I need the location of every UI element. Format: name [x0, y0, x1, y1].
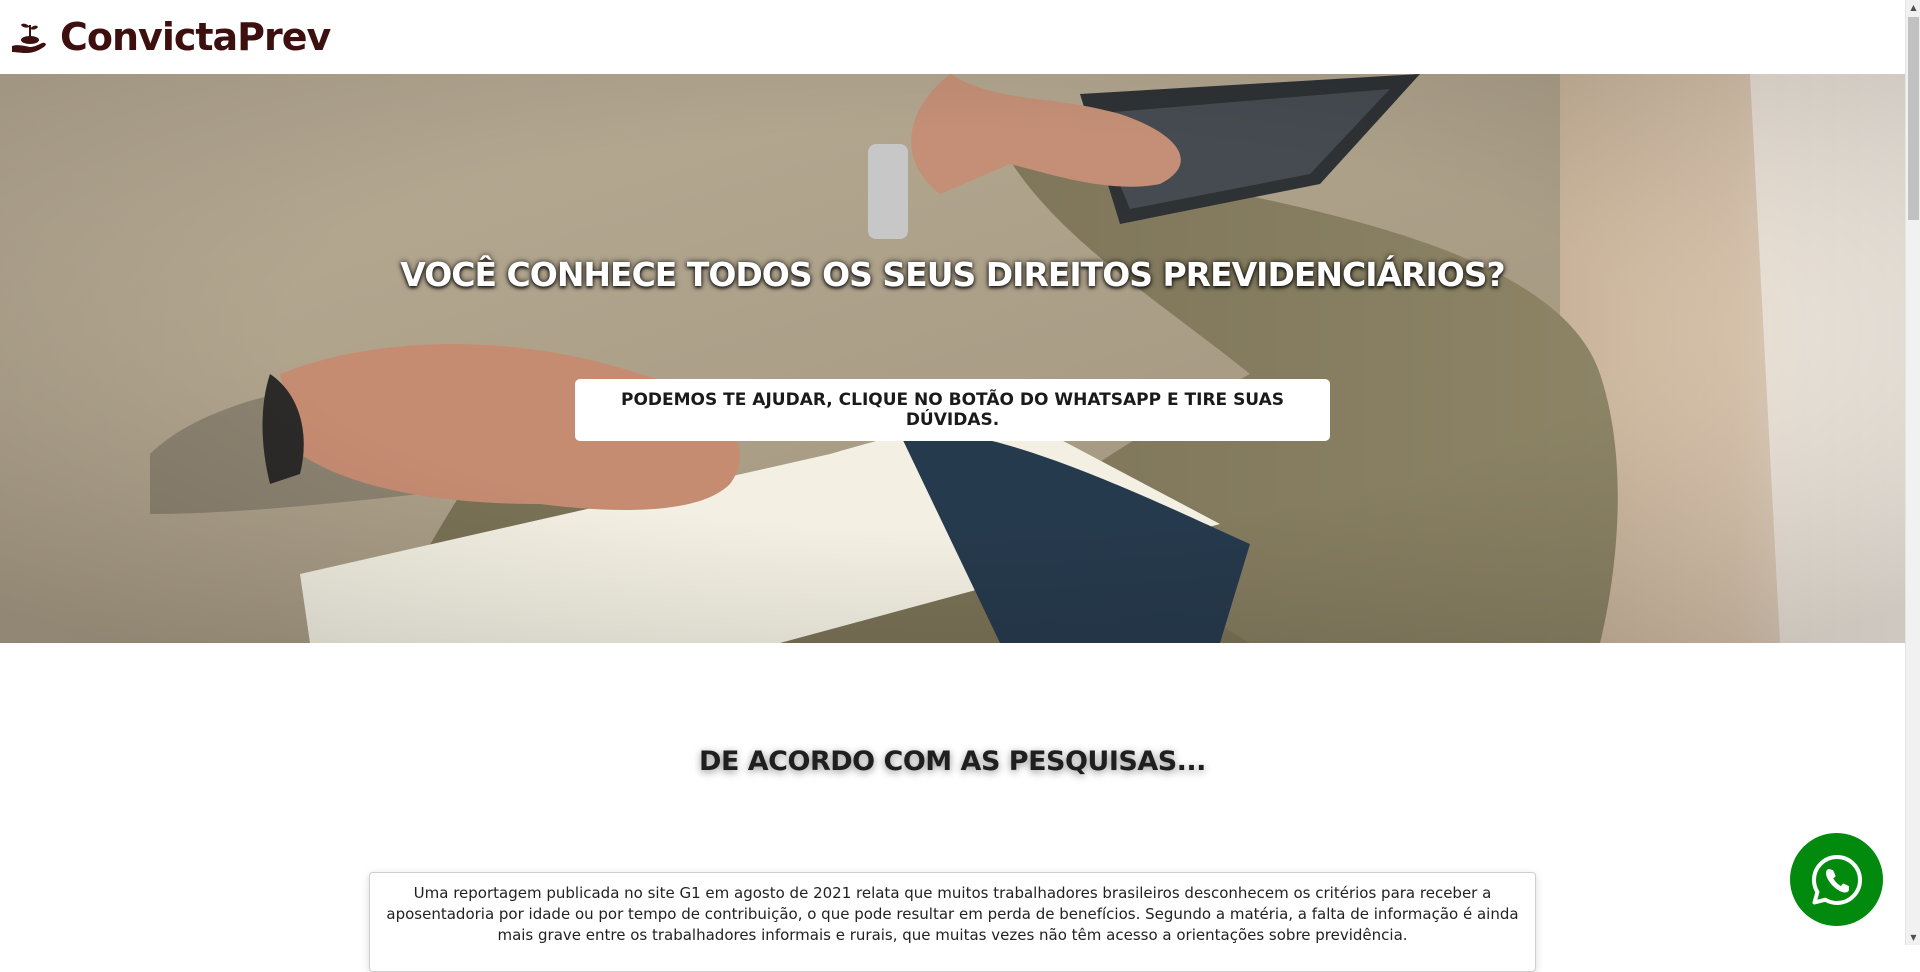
hero-title: VOCÊ CONHECE TODOS OS SEUS DIREITOS PREV… — [400, 255, 1505, 294]
scroll-up-arrow[interactable]: ▲ — [1906, 0, 1920, 15]
research-text: Uma reportagem publicada no site G1 em a… — [386, 884, 1519, 944]
page-scrollbar[interactable]: ▲ ▼ — [1905, 0, 1920, 945]
hand-holding-seedling-icon — [12, 23, 46, 53]
whatsapp-cta-button[interactable]: PODEMOS TE AJUDAR, CLIQUE NO BOTÃO DO WH… — [575, 379, 1330, 441]
hero-section: VOCÊ CONHECE TODOS OS SEUS DIREITOS PREV… — [0, 74, 1905, 643]
site-header: ConvictaPrev — [0, 0, 1905, 74]
whatsapp-icon — [1811, 854, 1862, 905]
research-section-title: DE ACORDO COM AS PESQUISAS... — [699, 746, 1206, 777]
hero-background-photo — [0, 74, 1905, 643]
brand-link[interactable]: ConvictaPrev — [10, 15, 331, 59]
scroll-down-arrow[interactable]: ▼ — [1906, 930, 1920, 945]
scroll-thumb[interactable] — [1908, 17, 1919, 220]
research-card: Uma reportagem publicada no site G1 em a… — [369, 872, 1536, 972]
whatsapp-float-button[interactable] — [1790, 833, 1883, 926]
brand-name: ConvictaPrev — [60, 15, 331, 59]
